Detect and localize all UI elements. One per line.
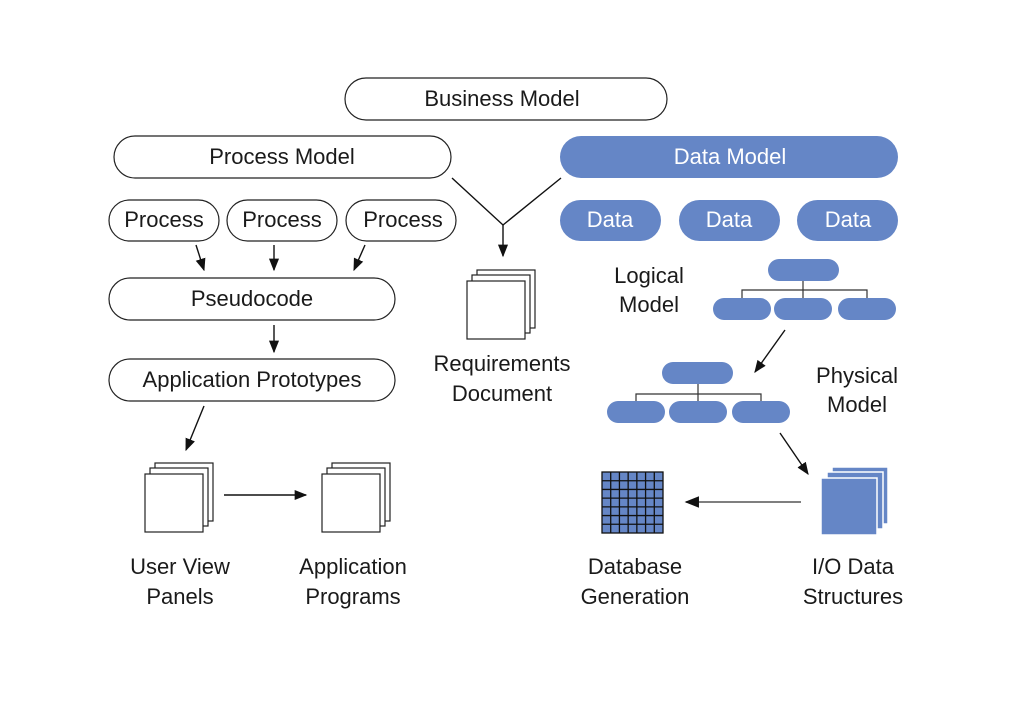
process-label: Process: [242, 207, 321, 232]
database-generation-label-line1: Database: [588, 554, 682, 579]
data-label: Data: [706, 207, 753, 232]
data-model-node: Data Model: [560, 136, 898, 178]
requirements-document-label-line2: Document: [452, 381, 552, 406]
logical-model-label-line1: Logical: [614, 263, 684, 288]
process-model-label: Process Model: [209, 144, 355, 169]
arrow-process1-to-pseudocode: [195, 244, 206, 272]
business-model-label: Business Model: [424, 86, 579, 111]
pseudocode-node: Pseudocode: [108, 277, 396, 321]
arrow-physical-to-io: [779, 432, 809, 476]
application-prototypes-label: Application Prototypes: [143, 367, 362, 392]
user-view-panels-doc-icon: [144, 462, 214, 533]
io-data-structures-doc-icon: [820, 466, 889, 536]
data-node-2: Data: [679, 200, 780, 241]
arrow-prototypes-to-user-view: [185, 405, 205, 452]
application-programs-doc-icon: [321, 462, 391, 533]
process-node-1: Process: [108, 199, 220, 242]
io-data-structures-label-line2: Structures: [803, 584, 903, 609]
data-node-3: Data: [797, 200, 898, 241]
process-node-2: Process: [226, 199, 338, 242]
process-label: Process: [124, 207, 203, 232]
data-label: Data: [825, 207, 872, 232]
io-data-structures-label-line1: I/O Data: [812, 554, 895, 579]
merge-lines: [451, 177, 562, 226]
user-view-panels-label-line1: User View: [130, 554, 230, 579]
data-node-1: Data: [560, 200, 661, 241]
logical-model-label-line2: Model: [619, 292, 679, 317]
requirements-document-doc-icon: [466, 269, 536, 340]
requirements-document-label-line1: Requirements: [434, 351, 571, 376]
diagram-canvas: Business Model Process Model Data Model …: [108, 77, 903, 609]
physical-model-tree-icon: [607, 362, 790, 423]
process-label: Process: [363, 207, 442, 232]
user-view-panels-label-line2: Panels: [146, 584, 213, 609]
physical-model-label-line2: Model: [827, 392, 887, 417]
arrow-process3-to-pseudocode: [353, 244, 366, 272]
data-label: Data: [587, 207, 634, 232]
physical-model-label-line1: Physical: [816, 363, 898, 388]
database-generation-label-line2: Generation: [581, 584, 690, 609]
arrow-logical-to-physical: [754, 329, 786, 374]
application-prototypes-node: Application Prototypes: [108, 358, 396, 402]
logical-model-tree-icon: [713, 259, 896, 320]
data-model-label: Data Model: [674, 144, 787, 169]
pseudocode-label: Pseudocode: [191, 286, 313, 311]
process-node-3: Process: [345, 199, 457, 242]
process-model-node: Process Model: [113, 135, 452, 179]
application-programs-label-line2: Programs: [305, 584, 400, 609]
database-grid-icon: [601, 471, 664, 534]
application-programs-label-line1: Application: [299, 554, 407, 579]
business-model-node: Business Model: [344, 77, 668, 121]
